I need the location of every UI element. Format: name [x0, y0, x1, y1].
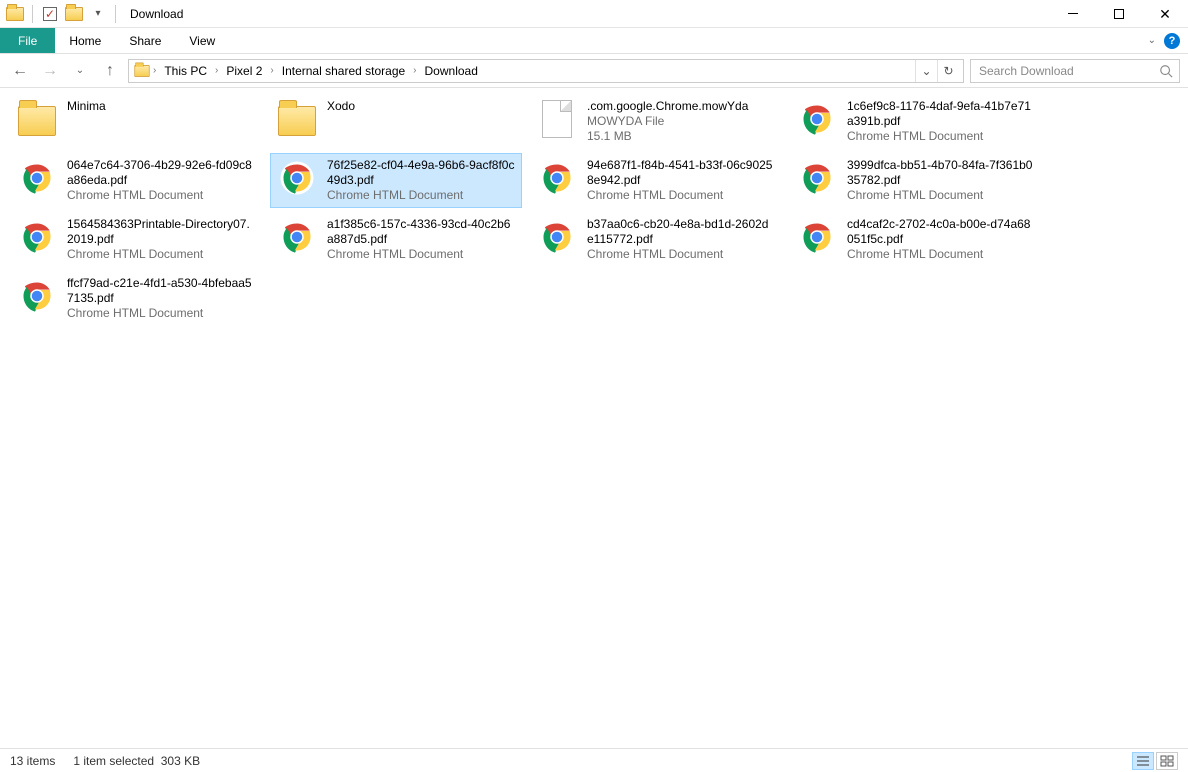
item-name: a1f385c6-157c-4336-93cd-40c2b6a887d5.pdf — [327, 217, 515, 247]
file-icon — [542, 100, 572, 138]
chevron-right-icon[interactable]: › — [413, 65, 416, 76]
item-type: Chrome HTML Document — [587, 247, 775, 262]
breadcrumb[interactable]: Download — [419, 64, 484, 78]
tab-share[interactable]: Share — [115, 28, 175, 53]
close-button[interactable]: ✕ — [1142, 0, 1188, 28]
item-name: .com.google.Chrome.mowYda — [587, 99, 775, 114]
minimize-button[interactable] — [1050, 0, 1096, 28]
file-item[interactable]: .com.google.Chrome.mowYdaMOWYDA File15.1… — [530, 94, 782, 149]
item-name: 1c6ef9c8-1176-4daf-9efa-41b7e71a391b.pdf — [847, 99, 1035, 129]
item-type: Chrome HTML Document — [587, 188, 775, 203]
navigation-bar: ← → ⌄ ↑ › This PC › Pixel 2 › Internal s… — [0, 54, 1188, 88]
search-input[interactable] — [977, 63, 1159, 79]
file-item[interactable]: b37aa0c6-cb20-4e8a-bd1d-2602de115772.pdf… — [530, 212, 782, 267]
large-icons-view-button[interactable] — [1156, 752, 1178, 770]
separator — [32, 5, 33, 23]
chrome-icon — [19, 219, 55, 255]
address-bar[interactable]: › This PC › Pixel 2 › Internal shared st… — [128, 59, 964, 83]
chrome-icon — [799, 101, 835, 137]
ribbon-collapse-icon[interactable]: ⌄ — [1148, 35, 1156, 46]
location-folder-icon — [134, 65, 149, 77]
item-name: 76f25e82-cf04-4e9a-96b6-9acf8f0c49d3.pdf — [327, 158, 515, 188]
item-name: 3999dfca-bb51-4b70-84fa-7f361b035782.pdf — [847, 158, 1035, 188]
up-button[interactable]: ↑ — [98, 59, 122, 83]
file-item[interactable]: a1f385c6-157c-4336-93cd-40c2b6a887d5.pdf… — [270, 212, 522, 267]
chrome-icon — [279, 219, 315, 255]
breadcrumb[interactable]: Internal shared storage — [276, 64, 411, 78]
chevron-right-icon[interactable]: › — [270, 65, 273, 76]
search-box[interactable] — [970, 59, 1180, 83]
file-item[interactable]: 1564584363Printable-Directory07.2019.pdf… — [10, 212, 262, 267]
file-tab[interactable]: File — [0, 28, 55, 53]
item-type: Chrome HTML Document — [327, 188, 515, 203]
new-folder-icon[interactable] — [63, 3, 85, 25]
file-item[interactable]: 76f25e82-cf04-4e9a-96b6-9acf8f0c49d3.pdf… — [270, 153, 522, 208]
title-bar: ✓ ▾ Download ✕ — [0, 0, 1188, 28]
item-name: 1564584363Printable-Directory07.2019.pdf — [67, 217, 255, 247]
item-name: 94e687f1-f84b-4541-b33f-06c90258e942.pdf — [587, 158, 775, 188]
search-icon[interactable] — [1159, 64, 1173, 78]
file-list[interactable]: Minima Xodo .com.google.Chrome.mowYdaMOWYD… — [0, 88, 1188, 748]
item-type: MOWYDA File — [587, 114, 775, 129]
chrome-icon — [799, 219, 835, 255]
status-item-count: 13 items — [10, 754, 55, 768]
status-selection: 1 item selected 303 KB — [73, 754, 200, 768]
folder-icon[interactable] — [4, 3, 26, 25]
folder-item[interactable]: Minima — [10, 94, 262, 149]
item-type: Chrome HTML Document — [67, 188, 255, 203]
item-name: b37aa0c6-cb20-4e8a-bd1d-2602de115772.pdf — [587, 217, 775, 247]
file-item[interactable]: 94e687f1-f84b-4541-b33f-06c90258e942.pdf… — [530, 153, 782, 208]
tab-home[interactable]: Home — [55, 28, 115, 53]
item-name: 064e7c64-3706-4b29-92e6-fd09c8a86eda.pdf — [67, 158, 255, 188]
folder-icon — [278, 106, 316, 136]
chrome-icon — [799, 160, 835, 196]
chrome-icon — [19, 160, 55, 196]
item-type: Chrome HTML Document — [327, 247, 515, 262]
back-button[interactable]: ← — [8, 59, 32, 83]
chevron-right-icon[interactable]: › — [153, 65, 156, 76]
tab-view[interactable]: View — [175, 28, 229, 53]
window-controls: ✕ — [1050, 0, 1188, 28]
forward-button[interactable]: → — [38, 59, 62, 83]
item-type: Chrome HTML Document — [67, 306, 255, 321]
folder-item[interactable]: Xodo — [270, 94, 522, 149]
ribbon-tabs: File Home Share View ⌄ ? — [0, 28, 1188, 54]
properties-checkbox-icon[interactable]: ✓ — [39, 3, 61, 25]
breadcrumb[interactable]: This PC — [158, 64, 213, 78]
details-view-button[interactable] — [1132, 752, 1154, 770]
folder-icon — [18, 106, 56, 136]
item-name: cd4caf2c-2702-4c0a-b00e-d74a68051f5c.pdf — [847, 217, 1035, 247]
file-item[interactable]: cd4caf2c-2702-4c0a-b00e-d74a68051f5c.pdf… — [790, 212, 1042, 267]
file-item[interactable]: 1c6ef9c8-1176-4daf-9efa-41b7e71a391b.pdf… — [790, 94, 1042, 149]
chevron-right-icon[interactable]: › — [215, 65, 218, 76]
refresh-button[interactable]: ↻ — [937, 60, 959, 82]
item-name: Xodo — [327, 99, 515, 114]
qat-customize-icon[interactable]: ▾ — [87, 3, 109, 25]
item-type: Chrome HTML Document — [847, 247, 1035, 262]
chrome-icon — [539, 160, 575, 196]
address-history-icon[interactable]: ⌄ — [915, 60, 937, 82]
breadcrumb[interactable]: Pixel 2 — [220, 64, 268, 78]
separator — [115, 5, 116, 23]
item-name: Minima — [67, 99, 255, 114]
help-icon[interactable]: ? — [1164, 33, 1180, 49]
window-title: Download — [124, 7, 183, 21]
chrome-icon — [539, 219, 575, 255]
item-type: Chrome HTML Document — [67, 247, 255, 262]
chrome-icon — [19, 278, 55, 314]
file-item[interactable]: ffcf79ad-c21e-4fd1-a530-4bfebaa57135.pdf… — [10, 271, 262, 326]
item-size: 15.1 MB — [587, 129, 775, 144]
file-item[interactable]: 064e7c64-3706-4b29-92e6-fd09c8a86eda.pdf… — [10, 153, 262, 208]
quick-access-toolbar: ✓ ▾ — [0, 3, 124, 25]
file-item[interactable]: 3999dfca-bb51-4b70-84fa-7f361b035782.pdf… — [790, 153, 1042, 208]
status-bar: 13 items 1 item selected 303 KB — [0, 748, 1188, 772]
maximize-button[interactable] — [1096, 0, 1142, 28]
chrome-icon — [279, 160, 315, 196]
item-type: Chrome HTML Document — [847, 188, 1035, 203]
item-type: Chrome HTML Document — [847, 129, 1035, 144]
recent-locations-icon[interactable]: ⌄ — [68, 59, 92, 83]
item-name: ffcf79ad-c21e-4fd1-a530-4bfebaa57135.pdf — [67, 276, 255, 306]
